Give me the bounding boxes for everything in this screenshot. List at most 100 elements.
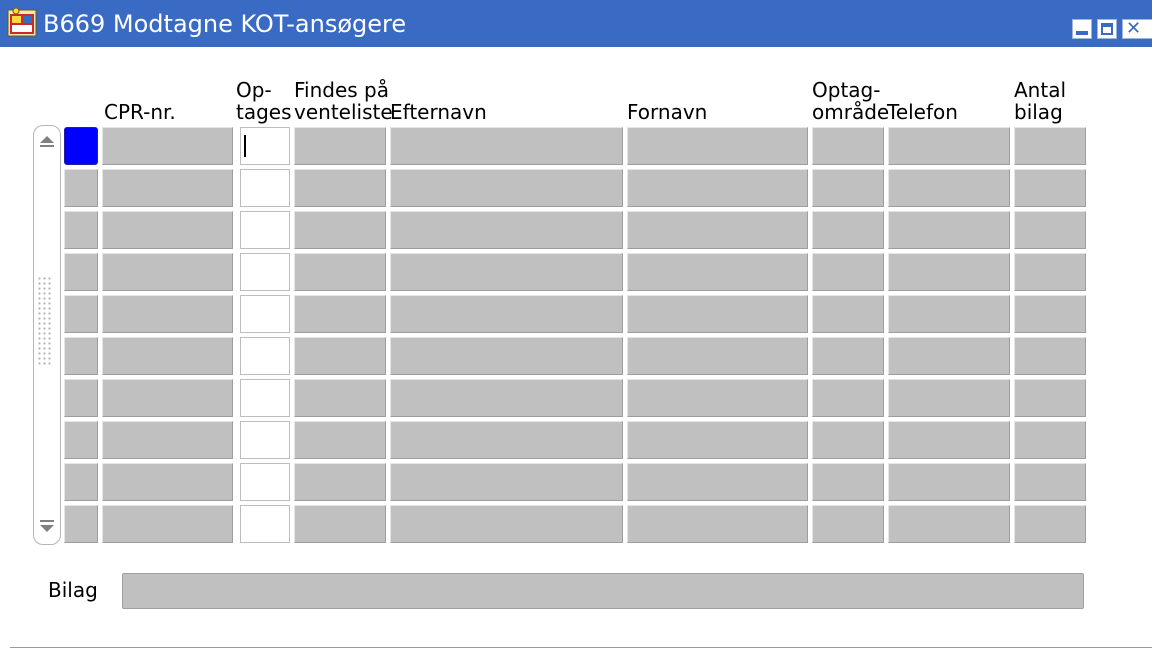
record-indicator[interactable] [64,463,98,501]
cell-cpr[interactable] [102,253,233,291]
cell-omraade[interactable] [812,505,884,543]
cell-bilag[interactable] [1014,211,1086,249]
cell-optages[interactable] [240,211,290,249]
scroll-down-arrow-icon[interactable] [40,520,54,532]
cell-optages[interactable] [240,169,290,207]
cell-omraade[interactable] [812,295,884,333]
cell-omraade[interactable] [812,169,884,207]
cell-fornavn[interactable] [627,505,808,543]
cell-bilag[interactable] [1014,295,1086,333]
cell-bilag[interactable] [1014,421,1086,459]
cell-omraade[interactable] [812,421,884,459]
record-indicator[interactable] [64,337,98,375]
cell-omraade[interactable] [812,463,884,501]
cell-omraade[interactable] [812,127,884,165]
cell-telefon[interactable] [888,127,1010,165]
record-indicator[interactable] [64,127,98,165]
cell-optages[interactable] [240,421,290,459]
cell-optages[interactable] [240,505,290,543]
record-indicator[interactable] [64,211,98,249]
cell-efternavn[interactable] [390,211,623,249]
cell-optages[interactable] [240,337,290,375]
cell-efternavn[interactable] [390,169,623,207]
cell-bilag[interactable] [1014,379,1086,417]
cell-efternavn[interactable] [390,295,623,333]
cell-telefon[interactable] [888,295,1010,333]
cell-fornavn[interactable] [627,337,808,375]
maximize-button[interactable] [1097,19,1117,39]
cell-omraade[interactable] [812,379,884,417]
cell-efternavn[interactable] [390,127,623,165]
cell-efternavn[interactable] [390,421,623,459]
cell-fornavn[interactable] [627,295,808,333]
cell-venteliste[interactable] [294,337,386,375]
record-indicator[interactable] [64,295,98,333]
cell-fornavn[interactable] [627,169,808,207]
record-indicator[interactable] [64,379,98,417]
minimize-button[interactable] [1072,19,1092,39]
cell-bilag[interactable] [1014,505,1086,543]
cell-venteliste[interactable] [294,295,386,333]
cell-fornavn[interactable] [627,253,808,291]
scroll-grip[interactable] [37,276,53,366]
cell-optages[interactable] [240,295,290,333]
cell-cpr[interactable] [102,379,233,417]
cell-venteliste[interactable] [294,253,386,291]
cell-efternavn[interactable] [390,463,623,501]
cell-cpr[interactable] [102,505,233,543]
cell-cpr[interactable] [102,337,233,375]
cell-cpr[interactable] [102,169,233,207]
cell-telefon[interactable] [888,169,1010,207]
cell-cpr[interactable] [102,211,233,249]
scroll-up-arrow-icon[interactable] [40,136,54,147]
cell-telefon[interactable] [888,253,1010,291]
cell-venteliste[interactable] [294,211,386,249]
cell-omraade[interactable] [812,337,884,375]
cell-telefon[interactable] [888,421,1010,459]
column-header-fornavn: Fornavn [627,100,708,124]
cell-efternavn[interactable] [390,505,623,543]
cell-fornavn[interactable] [627,211,808,249]
close-button[interactable] [1122,18,1152,39]
cell-telefon[interactable] [888,337,1010,375]
cell-telefon[interactable] [888,505,1010,543]
cell-efternavn[interactable] [390,379,623,417]
cell-optages[interactable] [240,127,290,165]
record-indicator[interactable] [64,421,98,459]
cell-fornavn[interactable] [627,127,808,165]
cell-omraade[interactable] [812,253,884,291]
cell-fornavn[interactable] [627,421,808,459]
cell-venteliste[interactable] [294,421,386,459]
cell-venteliste[interactable] [294,379,386,417]
cell-cpr[interactable] [102,463,233,501]
cell-cpr[interactable] [102,295,233,333]
cell-bilag[interactable] [1014,337,1086,375]
cell-optages[interactable] [240,463,290,501]
text-cursor [244,135,246,157]
cell-bilag[interactable] [1014,463,1086,501]
records-scrollbar[interactable] [33,125,61,545]
cell-venteliste[interactable] [294,169,386,207]
cell-venteliste[interactable] [294,505,386,543]
cell-bilag[interactable] [1014,127,1086,165]
cell-fornavn[interactable] [627,463,808,501]
cell-venteliste[interactable] [294,463,386,501]
record-indicator[interactable] [64,505,98,543]
record-indicator[interactable] [64,169,98,207]
cell-cpr[interactable] [102,421,233,459]
cell-cpr[interactable] [102,127,233,165]
cell-optages[interactable] [240,379,290,417]
cell-bilag[interactable] [1014,253,1086,291]
cell-bilag[interactable] [1014,169,1086,207]
cell-efternavn[interactable] [390,253,623,291]
cell-telefon[interactable] [888,463,1010,501]
cell-telefon[interactable] [888,211,1010,249]
cell-telefon[interactable] [888,379,1010,417]
cell-omraade[interactable] [812,211,884,249]
cell-efternavn[interactable] [390,337,623,375]
cell-optages[interactable] [240,253,290,291]
record-indicator[interactable] [64,253,98,291]
bilag-field[interactable] [122,573,1084,609]
cell-fornavn[interactable] [627,379,808,417]
cell-venteliste[interactable] [294,127,386,165]
